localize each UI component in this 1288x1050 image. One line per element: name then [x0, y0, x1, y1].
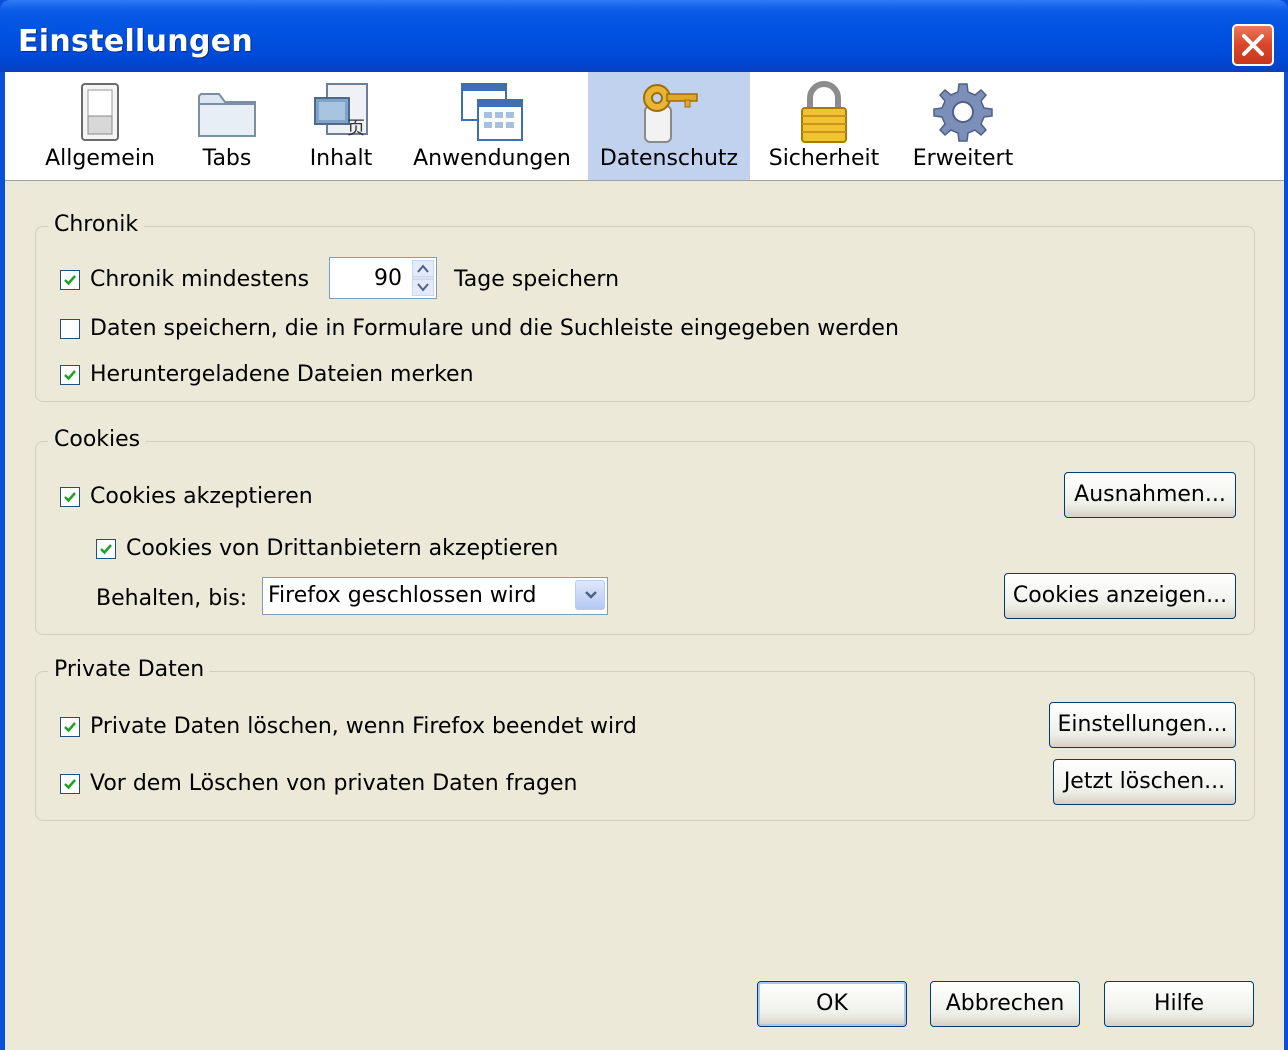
tab-erweitert-label: Erweitert	[912, 146, 1014, 171]
tab-anwendungen[interactable]: Anwendungen	[403, 72, 581, 180]
tab-datenschutz[interactable]: Datenschutz	[588, 72, 750, 180]
downloads-checkbox[interactable]	[60, 364, 80, 385]
checkmark-icon	[100, 543, 112, 554]
content-page-icon: 页	[314, 83, 368, 139]
form-data-row[interactable]: Daten speichern, die in Formulare und di…	[60, 316, 899, 341]
tab-inhalt-label: Inhalt	[309, 146, 373, 171]
history-groupbox: Chronik Chronik mindestens 90 Tage speic…	[35, 212, 1255, 402]
history-days-suffix: Tage speichern	[454, 267, 620, 292]
tab-sicherheit-label: Sicherheit	[768, 146, 880, 171]
applications-window-icon	[461, 83, 523, 141]
private-data-settings-button[interactable]: Einstellungen...	[1049, 702, 1236, 748]
tab-allgemein[interactable]: Allgemein	[35, 72, 165, 180]
tab-tabs-label: Tabs	[202, 146, 252, 171]
tab-erweitert[interactable]: Erweitert	[898, 72, 1028, 180]
checkmark-icon	[64, 274, 76, 285]
tab-datenschutz-label: Datenschutz	[599, 146, 739, 171]
history-days-spinbox[interactable]: 90	[329, 257, 437, 299]
clear-now-button[interactable]: Jetzt löschen...	[1053, 759, 1236, 805]
spin-arrows-icon[interactable]	[412, 260, 434, 296]
form-data-label: Daten speichern, die in Formulare und di…	[90, 316, 899, 341]
svg-text:页: 页	[347, 118, 365, 139]
keep-history-label: Chronik mindestens	[90, 267, 310, 292]
advanced-gear-icon	[933, 83, 993, 142]
exceptions-button[interactable]: Ausnahmen...	[1064, 472, 1236, 518]
clear-on-exit-checkbox[interactable]	[60, 716, 80, 737]
downloads-label: Heruntergeladene Dateien merken	[90, 362, 474, 387]
keep-until-value: Firefox geschlossen wird	[268, 583, 537, 608]
tabs-folder-icon	[198, 93, 256, 137]
security-lock-icon	[801, 81, 847, 143]
ask-before-clearing-checkbox[interactable]	[60, 773, 80, 794]
general-switch-icon	[81, 83, 119, 141]
tab-allgemein-label: Allgemein	[45, 146, 155, 171]
close-button[interactable]	[1232, 24, 1274, 66]
clear-on-exit-row[interactable]: Private Daten löschen, wenn Firefox been…	[60, 714, 637, 739]
help-button[interactable]: Hilfe	[1104, 981, 1254, 1027]
checkmark-icon	[64, 778, 76, 789]
cancel-button[interactable]: Abbrechen	[930, 981, 1080, 1027]
keep-until-label: Behalten, bis:	[96, 586, 248, 611]
tab-sicherheit[interactable]: Sicherheit	[760, 72, 888, 180]
form-data-checkbox[interactable]	[60, 318, 80, 339]
accept-cookies-row[interactable]: Cookies akzeptieren	[60, 484, 313, 509]
window-title: Einstellungen	[18, 24, 254, 59]
history-days-value[interactable]: 90	[374, 266, 402, 291]
accept-cookies-label: Cookies akzeptieren	[90, 484, 313, 509]
cookies-groupbox: Cookies Cookies akzeptieren Ausnahmen...…	[35, 427, 1255, 635]
preferences-window: Einstellungen Allgemein Tabs 页 Inhalt An…	[0, 0, 1288, 1050]
third-party-cookies-label: Cookies von Drittanbietern akzeptieren	[126, 536, 559, 561]
ask-before-clearing-label: Vor dem Löschen von privaten Daten frage…	[90, 771, 578, 796]
accept-cookies-checkbox[interactable]	[60, 486, 80, 507]
private-data-groupbox: Private Daten Private Daten löschen, wen…	[35, 657, 1255, 821]
private-data-legend: Private Daten	[48, 657, 211, 682]
third-party-cookies-checkbox[interactable]	[96, 538, 116, 559]
keep-history-row[interactable]: Chronik mindestens	[60, 267, 309, 292]
keep-until-select[interactable]: Firefox geschlossen wird	[262, 577, 608, 615]
ask-before-clearing-row[interactable]: Vor dem Löschen von privaten Daten frage…	[60, 771, 577, 796]
close-icon	[1242, 34, 1264, 56]
cookies-legend: Cookies	[48, 427, 147, 452]
tab-tabs[interactable]: Tabs	[175, 72, 279, 180]
tab-anwendungen-label: Anwendungen	[413, 146, 571, 171]
checkmark-icon	[64, 721, 76, 732]
checkmark-icon	[64, 491, 76, 502]
privacy-key-icon	[643, 84, 698, 143]
ok-button[interactable]: OK	[757, 981, 907, 1027]
chevron-down-icon	[585, 591, 597, 599]
history-legend: Chronik	[48, 212, 145, 237]
title-bar[interactable]: Einstellungen	[0, 0, 1288, 72]
checkmark-icon	[64, 369, 76, 380]
category-toolbar: Allgemein Tabs 页 Inhalt Anwendungen Date…	[5, 72, 1284, 181]
dropdown-button[interactable]	[575, 580, 605, 610]
show-cookies-button[interactable]: Cookies anzeigen...	[1004, 573, 1236, 619]
tab-inhalt[interactable]: 页 Inhalt	[289, 72, 393, 180]
clear-on-exit-label: Private Daten löschen, wenn Firefox been…	[90, 714, 637, 739]
third-party-cookies-row[interactable]: Cookies von Drittanbietern akzeptieren	[96, 536, 558, 561]
keep-history-checkbox[interactable]	[60, 269, 80, 290]
dialog-client-area: Allgemein Tabs 页 Inhalt Anwendungen Date…	[5, 72, 1284, 1050]
downloads-row[interactable]: Heruntergeladene Dateien merken	[60, 362, 474, 387]
